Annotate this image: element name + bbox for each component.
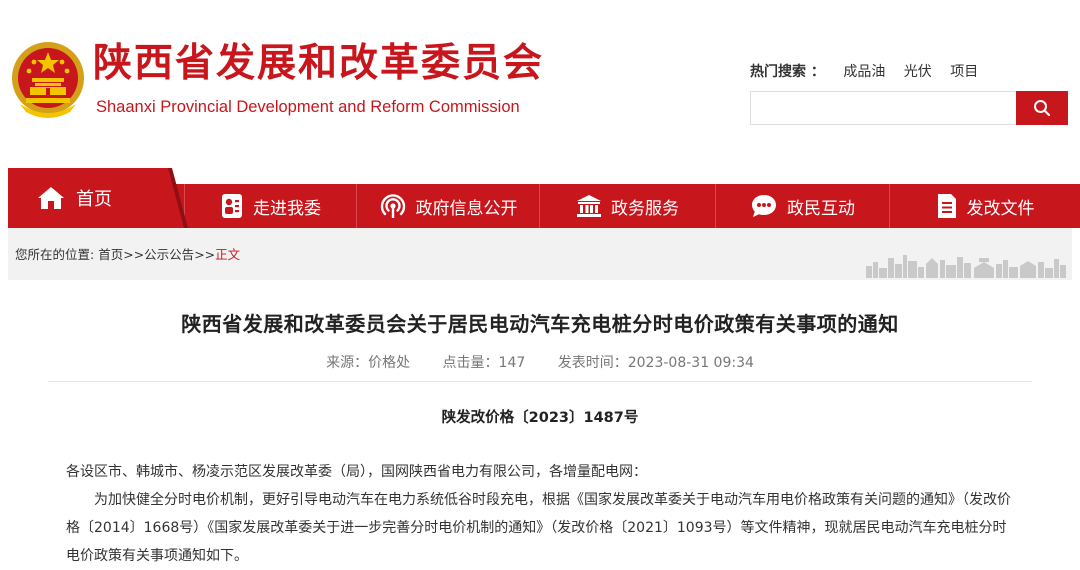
document-number: 陕发改价格〔2023〕1487号 xyxy=(441,410,639,426)
search-icon xyxy=(1034,100,1051,117)
breadcrumb-home-link[interactable]: 首页 xyxy=(98,247,123,262)
site-title: 陕西省发展和改革委员会 xyxy=(93,41,545,86)
city-skyline-icon xyxy=(866,255,1066,278)
hot-search-item[interactable]: 光伏 xyxy=(904,64,932,80)
article-paragraph: 为加快健全分时电价机制，更好引导电动汽车在电力系统低谷时段充电，根据《国家发展改… xyxy=(66,492,1011,564)
nav-item-label: 政府信息公开 xyxy=(415,198,518,219)
main-nav: 走进我委 政府信息公开 政务服务 政民互动 发改文件 首页 xyxy=(8,168,1080,228)
article-body: 各设区市、韩城市、杨凌示范区发展改革委（局），国网陕西省电力有限公司，各增量配电… xyxy=(66,458,1018,570)
nav-item-about[interactable]: 走进我委 xyxy=(184,184,356,228)
nav-bar: 走进我委 政府信息公开 政务服务 政民互动 发改文件 xyxy=(158,184,1080,228)
document-icon xyxy=(936,193,958,219)
broadcast-icon xyxy=(379,193,407,219)
government-building-icon xyxy=(576,194,602,218)
nav-item-services[interactable]: 政务服务 xyxy=(539,184,715,228)
breadcrumb-separator: >> xyxy=(194,247,216,262)
chat-bubble-icon xyxy=(750,193,778,219)
hot-search: 热门搜索 ： 成品油 光伏 项目 xyxy=(750,61,978,81)
article-date: 发表时间：2023-08-31 09:34 xyxy=(557,355,754,371)
nav-item-label: 政民互动 xyxy=(787,198,855,219)
hot-search-item[interactable]: 项目 xyxy=(950,64,978,80)
site-subtitle: Shaanxi Provincial Development and Refor… xyxy=(96,98,520,116)
article-title: 陕西省发展和改革委员会关于居民电动汽车充电桩分时电价政策有关事项的通知 xyxy=(181,312,899,336)
article-paragraph: 各设区市、韩城市、杨凌示范区发展改革委（局），国网陕西省电力有限公司，各增量配电… xyxy=(66,464,647,480)
breadcrumb-current: 正文 xyxy=(215,247,241,262)
nav-home[interactable]: 首页 xyxy=(8,168,184,228)
article-meta: 来源：价格处 点击量：147 发表时间：2023-08-31 09:34 xyxy=(8,352,1072,372)
nav-item-gov-info[interactable]: 政府信息公开 xyxy=(356,184,539,228)
search-input[interactable] xyxy=(750,91,1016,125)
hot-search-item[interactable]: 成品油 xyxy=(843,64,885,80)
site-header: 陕西省发展和改革委员会 Shaanxi Provincial Developme… xyxy=(0,0,1080,168)
hot-search-label: 热门搜索 ： xyxy=(750,64,825,80)
article-hits: 点击量：147 xyxy=(442,355,526,371)
article: 陕西省发展和改革委员会关于居民电动汽车充电桩分时电价政策有关事项的通知 来源：价… xyxy=(8,280,1072,570)
national-emblem-icon xyxy=(12,42,84,118)
breadcrumb: 您所在的位置: 首页>>公示公告>>正文 xyxy=(15,244,240,263)
nav-item-label: 发改文件 xyxy=(966,198,1035,219)
article-source: 来源：价格处 xyxy=(326,355,411,371)
breadcrumb-prefix: 您所在的位置: xyxy=(15,247,95,262)
nav-home-label: 首页 xyxy=(76,189,112,210)
breadcrumb-notice-link[interactable]: 公示公告 xyxy=(144,247,194,262)
person-card-icon xyxy=(220,193,244,219)
nav-item-label: 走进我委 xyxy=(253,198,321,219)
nav-item-documents[interactable]: 发改文件 xyxy=(889,184,1080,228)
breadcrumb-bar: 您所在的位置: 首页>>公示公告>>正文 xyxy=(8,228,1072,280)
meta-divider xyxy=(48,381,1032,382)
breadcrumb-separator: >> xyxy=(123,247,145,262)
nav-item-interaction[interactable]: 政民互动 xyxy=(715,184,889,228)
nav-item-label: 政务服务 xyxy=(611,198,679,219)
home-icon xyxy=(38,187,64,209)
search-button[interactable] xyxy=(1016,91,1068,125)
